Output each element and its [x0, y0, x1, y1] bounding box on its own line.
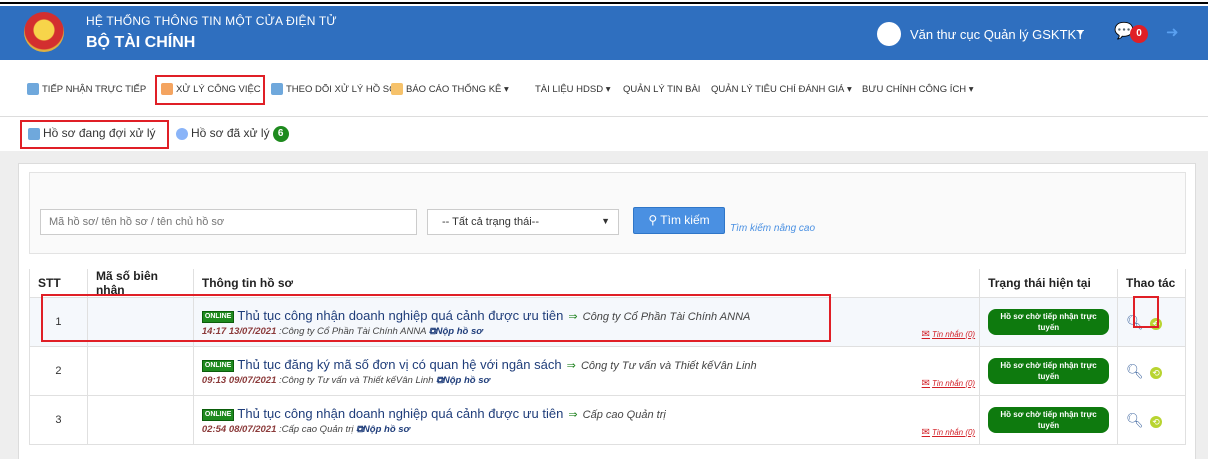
arrow-right-icon: ⇒ [566, 359, 576, 372]
main-panel: -- Tất cả trạng thái-- ▼ ⚲ Tìm kiếm Tìm … [18, 163, 1196, 459]
procedure-link[interactable]: Thủ tục công nhận doanh nghiệp quá cảnh … [237, 406, 563, 421]
message-link[interactable]: ✉ Tin nhắn (0) [922, 378, 975, 389]
advanced-search-link[interactable]: Tìm kiếm nâng cao [730, 223, 815, 234]
highlight-menu-xu-ly [155, 75, 265, 105]
row-code [86, 395, 194, 445]
row-info: ONLINE Thủ tục đăng ký mã số đơn vị có q… [192, 346, 981, 396]
submit-action: ⧉Nộp hồ sơ [436, 374, 490, 386]
chevron-down-icon: ▼ [601, 216, 610, 226]
menu-quan-ly-tin-bai[interactable]: QUẢN LÝ TIN BÀI [623, 78, 700, 102]
highlight-tab-pending [20, 120, 169, 149]
status-badge: Hồ sơ chờ tiếp nhận trực tuyến [988, 358, 1109, 384]
table-row[interactable]: 2 ONLINE Thủ tục đăng ký mã số đơn vị có… [29, 346, 1187, 396]
message-link[interactable]: ✉ Tin nhắn (0) [922, 427, 975, 438]
menu-tai-lieu[interactable]: TÀI LIỆU HDSD ▾ [535, 78, 611, 102]
company-name: Công ty Tư vấn và Thiết kếVân Linh [580, 359, 757, 372]
tab-done[interactable]: Hồ sơ đã xử lý 6 [176, 126, 289, 142]
row-state: Hồ sơ chờ tiếp nhận trực tuyến [979, 395, 1118, 445]
mail-icon: ✉ [921, 427, 931, 438]
mail-icon: ✉ [921, 378, 931, 389]
submit-action: ⧉Nộp hồ sơ [356, 423, 410, 435]
row-stt: 2 [29, 346, 88, 396]
search-icon: ⚲ [648, 213, 658, 227]
view-detail-icon[interactable]: 🔍︎ [1126, 412, 1144, 428]
company-name: Cấp cao Quản trị [582, 408, 666, 421]
national-emblem-icon [24, 12, 64, 52]
mail-icon: ✉ [921, 329, 931, 340]
document-add-icon [27, 83, 39, 96]
check-circle-icon [176, 128, 188, 140]
menu-tieu-chi[interactable]: QUẢN LÝ TIÊU CHÍ ĐÁNH GIÁ ▾ [711, 78, 852, 102]
external-link-icon: ⧉ [356, 423, 363, 435]
online-badge: ONLINE [201, 408, 235, 421]
done-count-badge: 6 [272, 126, 289, 142]
search-button[interactable]: ⚲ Tìm kiếm [633, 207, 725, 234]
clock-icon[interactable]: ⟲ [1150, 367, 1163, 379]
content-area: -- Tất cả trạng thái-- ▼ ⚲ Tìm kiếm Tìm … [0, 151, 1208, 459]
clock-icon[interactable]: ⟲ [1150, 416, 1163, 428]
menu-theo-doi[interactable]: THEO DÕI XỬ LÝ HỒ SƠ [271, 78, 397, 102]
col-actions: Thao tác [1116, 269, 1187, 298]
search-doc-icon [271, 83, 283, 96]
col-state: Trạng thái hiện tại [979, 269, 1118, 298]
row-code [86, 346, 194, 396]
highlight-view-button [1133, 296, 1159, 328]
table-row[interactable]: 3 ONLINE Thủ tục công nhận doanh nghiệp … [29, 395, 1187, 445]
row-stt: 3 [29, 395, 88, 445]
online-badge: ONLINE [201, 359, 235, 372]
notification-badge[interactable]: 0 [1130, 25, 1148, 43]
row-actions: 🔍︎ ⟲ [1116, 346, 1187, 396]
subtabs: Hồ sơ đang đợi xử lý Hồ sơ đã xử lý 6 [0, 117, 1208, 151]
main-menu: TIẾP NHẬN TRỰC TIẾP XỬ LÝ CÔNG VIỆC THEO… [0, 60, 1208, 117]
user-menu[interactable]: Văn thư cục Quản lý GSKTKT [910, 27, 1084, 42]
org-title: BỘ TÀI CHÍNH [86, 34, 196, 51]
row-info: ONLINE Thủ tục công nhận doanh nghiệp qu… [192, 395, 981, 445]
row-state: Hồ sơ chờ tiếp nhận trực tuyến [979, 297, 1118, 347]
user-caret-icon[interactable]: ▾ [1078, 28, 1083, 39]
search-input[interactable] [40, 209, 417, 235]
highlight-row-1 [41, 294, 831, 342]
meta-line: 09:13 09/07/2021 :Công ty Tư vấn và Thiế… [201, 374, 490, 386]
menu-tiep-nhan[interactable]: TIẾP NHẬN TRỰC TIẾP [27, 78, 146, 102]
message-link[interactable]: ✉ Tin nhắn (0) [922, 329, 975, 340]
status-badge: Hồ sơ chờ tiếp nhận trực tuyến [988, 309, 1109, 335]
menu-buu-chinh[interactable]: BƯU CHÍNH CÔNG ÍCH ▾ [862, 78, 974, 102]
arrow-right-icon: ⇒ [568, 408, 578, 421]
procedure-link[interactable]: Thủ tục đăng ký mã số đơn vị có quan hệ … [237, 357, 561, 372]
system-title: HỆ THỐNG THÔNG TIN MỘT CỬA ĐIỆN TỬ [86, 14, 337, 28]
avatar[interactable] [877, 22, 901, 46]
external-link-icon: ⧉ [436, 374, 443, 386]
menu-bao-cao[interactable]: BÁO CÁO THỐNG KÊ ▾ [391, 78, 509, 102]
row-actions: 🔍︎ ⟲ [1116, 395, 1187, 445]
report-icon [391, 83, 403, 96]
meta-line: 02:54 08/07/2021 :Cấp cao Quản trị ⧉Nộp … [201, 423, 410, 435]
view-detail-icon[interactable]: 🔍︎ [1126, 363, 1144, 379]
row-state: Hồ sơ chờ tiếp nhận trực tuyến [979, 346, 1118, 396]
status-select[interactable]: -- Tất cả trạng thái-- ▼ [427, 209, 619, 235]
logout-icon[interactable]: ➜ [1166, 23, 1179, 41]
search-box: -- Tất cả trạng thái-- ▼ ⚲ Tìm kiếm Tìm … [29, 172, 1186, 254]
header: HỆ THỐNG THÔNG TIN MỘT CỬA ĐIỆN TỬ BỘ TÀ… [0, 6, 1208, 60]
status-badge: Hồ sơ chờ tiếp nhận trực tuyến [988, 407, 1109, 433]
